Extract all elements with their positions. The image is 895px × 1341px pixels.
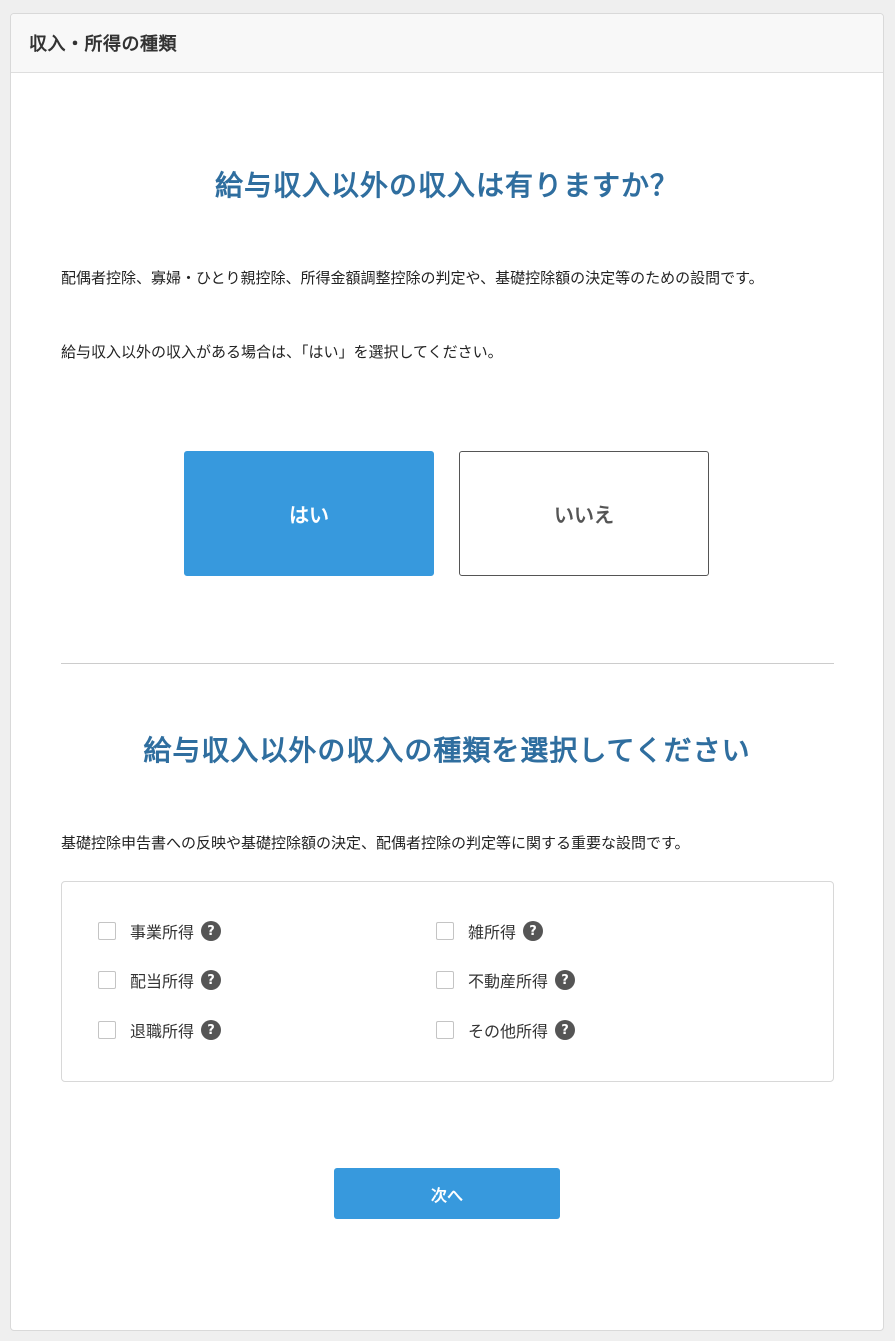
- no-button-label: いいえ: [554, 503, 614, 527]
- section-divider: [61, 663, 834, 664]
- option-label: 事業所得: [130, 923, 195, 942]
- income-type-options: 事業所得 ? 雑所得 ? 配当所得 ? 不動産所得 ? 退職所得 ? その他所得: [61, 881, 834, 1082]
- help-icon[interactable]: ?: [555, 970, 576, 990]
- question1-description: 配偶者控除、寡婦・ひとり親控除、所得金額調整控除の判定や、基礎控除額の決定等のた…: [61, 269, 764, 287]
- help-icon[interactable]: ?: [201, 970, 222, 990]
- help-icon[interactable]: ?: [201, 921, 222, 941]
- option-label: 配当所得: [130, 972, 195, 991]
- next-button-label: 次へ: [430, 1185, 463, 1205]
- question2-description: 基礎控除申告書への反映や基礎控除額の決定、配偶者控除の判定等に関する重要な設問で…: [61, 834, 690, 852]
- card-header: 収入・所得の種類: [11, 14, 883, 73]
- option-label: その他所得: [468, 1022, 549, 1041]
- no-button[interactable]: いいえ: [459, 451, 709, 576]
- checkbox-dividend-income[interactable]: [98, 971, 116, 989]
- help-icon[interactable]: ?: [523, 921, 544, 941]
- option-misc-income[interactable]: 雑所得 ?: [436, 920, 544, 942]
- card-title: 収入・所得の種類: [29, 34, 177, 55]
- income-type-card: 収入・所得の種類 給与収入以外の収入は有りますか？ 配偶者控除、寡婦・ひとり親控…: [10, 13, 884, 1331]
- checkbox-misc-income[interactable]: [436, 922, 454, 940]
- option-label: 退職所得: [130, 1022, 195, 1041]
- help-icon[interactable]: ?: [555, 1020, 576, 1040]
- checkbox-retirement-income[interactable]: [98, 1021, 116, 1039]
- option-other-income[interactable]: その他所得 ?: [436, 1019, 576, 1041]
- option-dividend-income[interactable]: 配当所得 ?: [98, 969, 222, 991]
- checkbox-real-estate-income[interactable]: [436, 971, 454, 989]
- yes-button-label: はい: [289, 503, 329, 527]
- checkbox-other-income[interactable]: [436, 1021, 454, 1039]
- option-label: 不動産所得: [468, 972, 549, 991]
- yes-button[interactable]: はい: [184, 451, 434, 576]
- option-real-estate-income[interactable]: 不動産所得 ?: [436, 969, 576, 991]
- option-business-income[interactable]: 事業所得 ?: [98, 920, 222, 942]
- question1-instruction: 給与収入以外の収入がある場合は、「はい」を選択してください。: [61, 343, 503, 361]
- option-retirement-income[interactable]: 退職所得 ?: [98, 1019, 222, 1041]
- question1-heading: 給与収入以外の収入は有りますか？: [214, 169, 679, 202]
- help-icon[interactable]: ?: [201, 1020, 222, 1040]
- next-button[interactable]: 次へ: [334, 1168, 560, 1219]
- checkbox-business-income[interactable]: [98, 922, 116, 940]
- option-label: 雑所得: [468, 923, 517, 942]
- question2-heading: 給与収入以外の収入の種類を選択してください: [143, 734, 751, 767]
